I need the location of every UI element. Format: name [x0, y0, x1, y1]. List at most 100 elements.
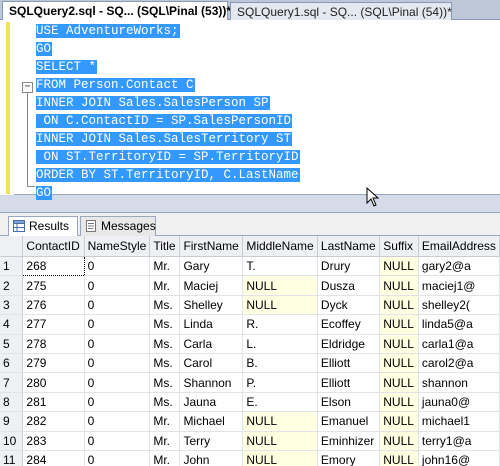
table-cell[interactable]: Ms.: [149, 372, 181, 393]
table-cell[interactable]: Terry: [179, 431, 244, 451]
table-cell[interactable]: Michael: [179, 411, 244, 432]
query-editor[interactable]: − USE AdventureWorks; GO SELECT * FROM P…: [0, 20, 500, 207]
table-cell[interactable]: carla1@a: [418, 334, 500, 354]
table-cell[interactable]: linda5@a: [418, 314, 500, 335]
table-cell[interactable]: Dusza: [317, 275, 381, 296]
table-cell[interactable]: Linda: [179, 314, 244, 335]
table-cell[interactable]: 275: [22, 275, 85, 296]
table-cell[interactable]: John: [179, 450, 244, 466]
tab-messages[interactable]: Messages: [80, 216, 156, 236]
tab-results[interactable]: Results: [8, 216, 78, 236]
table-row[interactable]: 4 277 0 Ms. Linda R. Ecoffey NULL linda5@a: [0, 314, 500, 335]
table-cell[interactable]: NULL: [242, 431, 318, 451]
table-cell[interactable]: 281: [22, 392, 85, 413]
table-cell[interactable]: Ms.: [149, 295, 181, 316]
table-row[interactable]: 5 278 0 Ms. Carla L. Eldridge NULL carla1@a: [0, 334, 500, 354]
table-cell[interactable]: NULL: [379, 431, 419, 451]
table-cell[interactable]: Shannon: [179, 372, 244, 393]
table-cell[interactable]: Carol: [179, 353, 244, 374]
table-row[interactable]: 9 282 0 Mr. Michael NULL Emanuel NULL michael1: [0, 411, 500, 432]
column-header[interactable]: Suffix: [379, 236, 419, 257]
table-cell[interactable]: 0: [84, 353, 151, 374]
collapse-icon[interactable]: −: [22, 82, 33, 93]
table-cell[interactable]: 0: [84, 275, 151, 296]
table-row[interactable]: 7 280 0 Ms. Shannon P. Elliott NULL shannon: [0, 372, 500, 393]
tab-sqlquery2[interactable]: SQLQuery2.sql - SQ... (SQL\Pinal (53))*: [2, 1, 231, 21]
table-cell[interactable]: Emanuel: [317, 411, 381, 432]
table-cell[interactable]: 0: [84, 334, 151, 354]
table-cell[interactable]: NULL: [242, 275, 318, 296]
table-cell[interactable]: terry1@a: [418, 431, 500, 451]
column-header[interactable]: NameStyle: [84, 236, 151, 257]
table-cell[interactable]: NULL: [379, 411, 419, 432]
column-header[interactable]: Title: [149, 236, 181, 257]
table-cell[interactable]: Mr.: [149, 411, 181, 432]
table-cell[interactable]: 0: [84, 372, 151, 393]
table-cell[interactable]: Elliott: [317, 372, 381, 393]
table-cell[interactable]: Emory: [317, 450, 381, 466]
table-cell[interactable]: Ms.: [149, 314, 181, 335]
table-row[interactable]: 6 279 0 Ms. Carol B. Elliott NULL carol2@a: [0, 353, 500, 374]
table-cell[interactable]: Maciej: [179, 275, 244, 296]
column-header[interactable]: ContactID: [22, 236, 85, 257]
row-number[interactable]: 3: [0, 295, 24, 316]
row-number[interactable]: 4: [0, 314, 24, 335]
table-cell[interactable]: NULL: [242, 295, 318, 316]
table-cell[interactable]: 0: [84, 314, 151, 335]
table-cell[interactable]: 0: [84, 431, 151, 451]
table-cell[interactable]: NULL: [379, 353, 419, 374]
table-cell[interactable]: NULL: [379, 334, 419, 354]
table-row[interactable]: 8 281 0 Ms. Jauna E. Elson NULL jauna0@: [0, 392, 500, 413]
table-cell[interactable]: Shelley: [179, 295, 244, 316]
table-cell[interactable]: E.: [242, 392, 318, 413]
table-cell[interactable]: NULL: [379, 275, 419, 296]
table-cell[interactable]: 0: [84, 411, 151, 432]
tab-sqlquery1[interactable]: SQLQuery1.sql - SQ... (SQL\Pinal (54))*: [230, 2, 452, 20]
table-row[interactable]: 11 284 0 Mr. John NULL Emory NULL john16@: [0, 450, 500, 466]
table-cell[interactable]: Ms.: [149, 353, 181, 374]
table-cell[interactable]: B.: [242, 353, 318, 374]
table-cell[interactable]: 276: [22, 295, 85, 316]
table-cell[interactable]: Ms.: [149, 392, 181, 413]
row-number[interactable]: 11: [0, 450, 24, 466]
column-header[interactable]: LastName: [317, 236, 381, 257]
row-number[interactable]: 1: [0, 256, 24, 277]
table-cell[interactable]: L.: [242, 334, 318, 354]
table-cell[interactable]: gary2@a: [418, 256, 500, 277]
table-cell[interactable]: 284: [22, 450, 85, 466]
table-cell[interactable]: Elliott: [317, 353, 381, 374]
table-cell[interactable]: 0: [84, 392, 151, 413]
row-number[interactable]: 8: [0, 392, 24, 413]
table-cell[interactable]: shannon: [418, 372, 500, 393]
table-cell[interactable]: T.: [242, 256, 318, 277]
table-row[interactable]: 10 283 0 Mr. Terry NULL Eminhizer NULL terry1@a: [0, 431, 500, 451]
column-header[interactable]: MiddleName: [242, 236, 318, 257]
table-cell[interactable]: NULL: [242, 411, 318, 432]
column-header[interactable]: EmailAddress: [418, 236, 500, 257]
table-cell[interactable]: Gary: [179, 256, 244, 277]
table-row[interactable]: 3 276 0 Ms. Shelley NULL Dyck NULL shelley2(: [0, 295, 500, 316]
row-number[interactable]: 2: [0, 275, 24, 296]
table-cell[interactable]: shelley2(: [418, 295, 500, 316]
table-cell[interactable]: Dyck: [317, 295, 381, 316]
table-cell[interactable]: Ms.: [149, 334, 181, 354]
table-cell[interactable]: jauna0@: [418, 392, 500, 413]
table-cell[interactable]: maciej1@: [418, 275, 500, 296]
table-cell[interactable]: 283: [22, 431, 85, 451]
results-grid[interactable]: ContactID NameStyle Title FirstName Midd…: [0, 236, 500, 466]
table-cell[interactable]: Eminhizer: [317, 431, 381, 451]
row-number[interactable]: 6: [0, 353, 24, 374]
table-cell[interactable]: john16@: [418, 450, 500, 466]
table-cell[interactable]: 282: [22, 411, 85, 432]
table-cell[interactable]: P.: [242, 372, 318, 393]
table-cell[interactable]: 0: [84, 256, 151, 277]
table-cell[interactable]: 0: [84, 450, 151, 466]
table-cell[interactable]: Drury: [317, 256, 381, 277]
row-number[interactable]: 5: [0, 334, 24, 354]
table-cell[interactable]: Carla: [179, 334, 244, 354]
table-cell[interactable]: Mr.: [149, 275, 181, 296]
table-cell[interactable]: NULL: [379, 295, 419, 316]
table-row[interactable]: 2 275 0 Mr. Maciej NULL Dusza NULL maciej1@: [0, 275, 500, 296]
table-cell[interactable]: NULL: [379, 256, 419, 277]
code-text[interactable]: USE AdventureWorks; GO SELECT * FROM Per…: [36, 22, 300, 202]
